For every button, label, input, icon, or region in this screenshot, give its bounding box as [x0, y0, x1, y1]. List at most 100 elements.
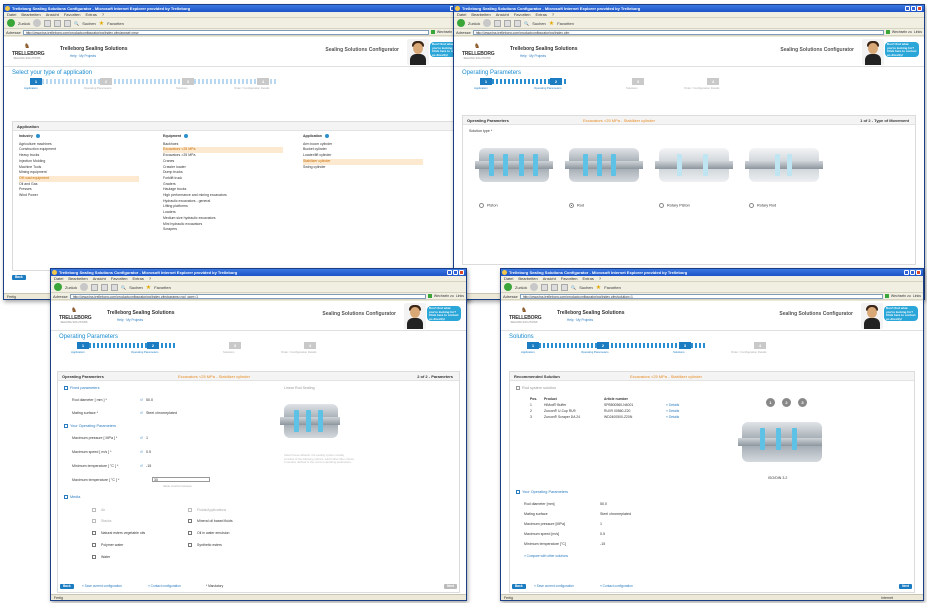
industry-item[interactable]: Wind Power: [19, 193, 139, 199]
option-rotary-rod[interactable]: Rotary Rod: [749, 203, 776, 208]
next-button[interactable]: Next: [444, 584, 457, 589]
media-water[interactable]: Water: [92, 555, 110, 560]
media-polymer-water[interactable]: Polymer water: [92, 543, 123, 548]
back-icon[interactable]: [457, 19, 465, 27]
menu-datei[interactable]: Datei: [504, 276, 513, 281]
search-icon[interactable]: 🔍: [121, 285, 126, 290]
stop-icon[interactable]: [541, 283, 549, 291]
refresh-icon[interactable]: [54, 19, 62, 27]
forward-icon[interactable]: [483, 19, 492, 27]
help-links[interactable]: Help · My Projects: [60, 54, 128, 58]
menu-help[interactable]: ?: [599, 276, 601, 281]
home-icon[interactable]: [514, 19, 522, 27]
menu-extras[interactable]: Extras: [133, 276, 144, 281]
step-3[interactable]: 3: [679, 342, 691, 349]
menu-bearbeiten[interactable]: Bearbeiten: [68, 276, 87, 281]
contact-bubble[interactable]: Don't find what you're looking for? Clic…: [885, 42, 919, 57]
step-2[interactable]: 2: [147, 342, 159, 349]
favorites-icon[interactable]: ★: [549, 20, 554, 27]
refresh-icon[interactable]: [101, 283, 109, 291]
back-label[interactable]: Zurück: [468, 21, 480, 26]
menu-bearbeiten[interactable]: Bearbeiten: [518, 276, 537, 281]
maximize-button[interactable]: [453, 270, 458, 275]
compare-solutions-link[interactable]: » Compare with other solutions: [524, 554, 568, 558]
menu-help[interactable]: ?: [552, 12, 554, 17]
menu-ansicht[interactable]: Ansicht: [93, 276, 106, 281]
search-label[interactable]: Suchen: [532, 21, 546, 26]
rod-image[interactable]: [565, 136, 643, 196]
forward-icon[interactable]: [33, 19, 42, 27]
search-label[interactable]: Suchen: [129, 285, 143, 290]
step-1[interactable]: 1: [480, 78, 492, 85]
menu-datei[interactable]: Datei: [457, 12, 466, 17]
step-label-1[interactable]: Application: [71, 350, 85, 354]
stop-icon[interactable]: [44, 19, 52, 27]
maximize-button[interactable]: [911, 6, 916, 11]
menu-favoriten[interactable]: Favoriten: [64, 12, 81, 17]
trelleborg-logo[interactable]: ♞ TRELLEBORG SEALING SOLUTIONS: [462, 43, 495, 61]
address-input[interactable]: http://www.tss.trelleborg.com/productcon…: [519, 293, 883, 299]
links-label[interactable]: Links: [913, 294, 921, 298]
search-icon[interactable]: 🔍: [524, 21, 529, 26]
info-icon[interactable]: [35, 134, 40, 139]
back-button[interactable]: Back: [12, 275, 26, 280]
contact-configuration-link[interactable]: » Contact configuration: [600, 584, 633, 588]
equipment-item[interactable]: Scrapers: [163, 227, 283, 233]
step-1[interactable]: 1: [77, 342, 89, 349]
home-icon[interactable]: [111, 283, 119, 291]
info-icon[interactable]: [325, 134, 330, 139]
go-label[interactable]: Wechseln zu: [434, 294, 454, 298]
application-item[interactable]: Swing cylinder: [303, 165, 423, 171]
favorites-icon[interactable]: ★: [596, 284, 601, 291]
operating-parameters-section[interactable]: Your Operating Parameters: [516, 490, 568, 494]
back-label[interactable]: Zurück: [18, 21, 30, 26]
menu-extras[interactable]: Extras: [86, 12, 97, 17]
links-label[interactable]: Links: [914, 30, 922, 34]
step-label-2[interactable]: Operating Parameters: [581, 350, 609, 354]
address-input[interactable]: http://www.tss.trelleborg.com/productcon…: [472, 29, 884, 35]
go-label[interactable]: Wechseln zu: [892, 30, 912, 34]
step-1[interactable]: 1: [30, 78, 42, 85]
minimize-button[interactable]: [904, 270, 909, 275]
rotary-piston-image[interactable]: [655, 136, 733, 196]
info-icon[interactable]: [184, 134, 189, 139]
close-button[interactable]: [917, 6, 922, 11]
media-section[interactable]: Media: [64, 495, 80, 499]
media-oil-in-water[interactable]: Oil in water emulsion: [188, 531, 229, 536]
trelleborg-logo[interactable]: ♞ TRELLEBORG SEALING SOLUTIONS: [12, 43, 45, 61]
go-label[interactable]: Wechseln zu: [891, 294, 911, 298]
contact-bubble[interactable]: Don't find what you're looking for? Clic…: [884, 306, 918, 321]
media-natural-esters[interactable]: Natural esters vegetable oils: [92, 531, 145, 536]
menu-datei[interactable]: Datei: [7, 12, 16, 17]
go-icon[interactable]: [885, 30, 890, 34]
stop-icon[interactable]: [494, 19, 502, 27]
menu-extras[interactable]: Extras: [583, 276, 594, 281]
media-synthetic-esters[interactable]: Synthetic esters: [188, 543, 222, 548]
trelleborg-logo[interactable]: ♞ TRELLEBORG SEALING SOLUTIONS: [509, 307, 542, 325]
stop-icon[interactable]: [91, 283, 99, 291]
search-icon[interactable]: 🔍: [74, 21, 79, 26]
step-2[interactable]: 2: [597, 342, 609, 349]
go-icon[interactable]: [884, 294, 889, 298]
search-label[interactable]: Suchen: [82, 21, 96, 26]
details-link[interactable]: » Details: [666, 414, 679, 420]
back-icon[interactable]: [504, 283, 512, 291]
favorites-icon[interactable]: ★: [99, 20, 104, 27]
rotary-rod-image[interactable]: [745, 136, 823, 196]
fixed-parameters-section[interactable]: Fixed parameters: [64, 386, 100, 390]
help-links[interactable]: Help · My Projects: [557, 318, 625, 322]
back-button[interactable]: Back: [512, 584, 526, 589]
links-label[interactable]: Links: [456, 294, 464, 298]
back-label[interactable]: Zurück: [65, 285, 77, 290]
contact-configuration-link[interactable]: » Contact configuration: [148, 584, 181, 588]
option-rotary-piston[interactable]: Rotary Piston: [659, 203, 690, 208]
close-button[interactable]: [916, 270, 921, 275]
help-links[interactable]: Help · My Projects: [510, 54, 578, 58]
next-button[interactable]: Next: [899, 584, 912, 589]
back-icon[interactable]: [7, 19, 15, 27]
menu-favoriten[interactable]: Favoriten: [514, 12, 531, 17]
menu-bearbeiten[interactable]: Bearbeiten: [471, 12, 490, 17]
menu-bearbeiten[interactable]: Bearbeiten: [21, 12, 40, 17]
search-icon[interactable]: 🔍: [571, 285, 576, 290]
favorites-label[interactable]: Favoriten: [557, 21, 574, 26]
